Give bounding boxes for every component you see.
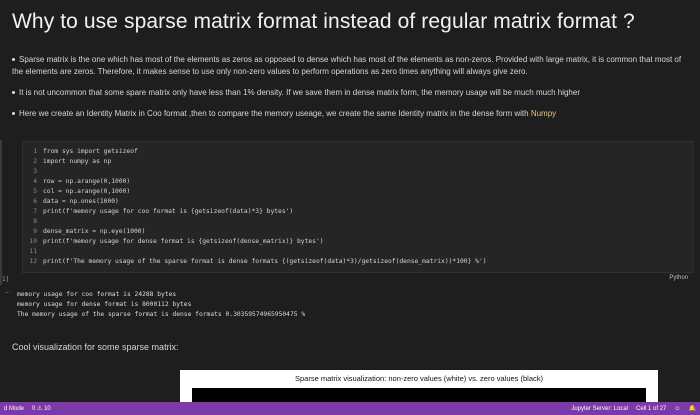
visualization-caption: Cool visualization for some sparse matri… — [12, 342, 179, 352]
code-line: 1 from sys import getsizeof — [23, 148, 138, 158]
bullet-dot-icon — [12, 90, 15, 94]
line-number: 5 — [33, 188, 37, 195]
bullet-1-text: Sparse matrix is the one which has most … — [12, 55, 682, 76]
bullet-3: Here we create an Identity Matrix in Coo… — [12, 108, 682, 120]
code-text: dense_matrix = np.eye(1000) — [43, 228, 146, 235]
code-line: 11 — [23, 248, 43, 258]
numpy-highlight: Numpy — [530, 109, 557, 118]
line-number: 4 — [33, 178, 37, 185]
notebook-page: Why to use sparse matrix format instead … — [0, 0, 700, 402]
line-number: 2 — [33, 158, 37, 165]
code-line: 8 — [23, 218, 43, 228]
code-text: row = np.arange(0,1000) — [43, 178, 131, 185]
code-text: print(f'memory usage for dense format is… — [43, 238, 324, 245]
bullet-3-text: Here we create an Identity Matrix in Coo… — [19, 109, 529, 118]
status-jupyter-server[interactable]: Jupyter Server: Local — [571, 406, 628, 412]
status-problems[interactable]: 0 ⚠ 10 — [32, 405, 51, 412]
code-text: print(f'memory usage for coo format is {… — [43, 208, 294, 215]
code-line: 7 print(f'memory usage for coo format is … — [23, 208, 293, 218]
figure-plot-area — [192, 388, 646, 402]
line-number: 9 — [33, 228, 37, 235]
code-text: col = np.arange(0,1000) — [43, 188, 131, 195]
cell-selection-bar — [0, 140, 2, 285]
bullet-1: Sparse matrix is the one which has most … — [12, 54, 682, 78]
notifications-icon[interactable]: 🔔 — [689, 405, 696, 412]
line-number: 10 — [29, 238, 37, 245]
line-number: 12 — [29, 258, 37, 265]
markdown-bullets: Sparse matrix is the one which has most … — [12, 54, 682, 129]
status-cell-position[interactable]: Cell 1 of 27 — [636, 406, 666, 412]
code-text: data = np.ones(1000) — [43, 198, 119, 205]
code-text: import numpy as np — [43, 158, 112, 165]
line-number: 11 — [29, 248, 37, 255]
cell-output: memory usage for coo format is 24288 byt… — [17, 290, 305, 320]
feedback-icon[interactable]: ☺ — [674, 406, 680, 412]
status-mode[interactable]: d Mode — [4, 406, 24, 412]
status-right: Jupyter Server: Local Cell 1 of 27 ☺ 🔔 — [567, 405, 700, 413]
line-number: 7 — [33, 208, 37, 215]
line-number: 6 — [33, 198, 37, 205]
code-line: 9 dense_matrix = np.eye(1000) — [23, 228, 145, 238]
bullet-2-text: It is not uncommon that some spare matri… — [19, 88, 580, 97]
figure-title: Sparse matrix visualization: non-zero va… — [294, 374, 543, 383]
bullet-dot-icon — [12, 57, 15, 61]
code-text: from sys import getsizeof — [43, 148, 138, 155]
code-line: 10 print(f'memory usage for dense format … — [23, 238, 324, 248]
output-line: memory usage for dense format is 8000112… — [17, 301, 192, 308]
line-number: 1 — [33, 148, 37, 155]
code-text: print(f'The memory usage of the sparse f… — [43, 258, 487, 265]
output-line: memory usage for coo format is 24288 byt… — [17, 291, 177, 298]
bullet-2: It is not uncommon that some spare matri… — [12, 87, 682, 99]
code-cell[interactable]: 1 from sys import getsizeof 2 import numpy … — [22, 141, 694, 273]
code-line: 6 data = np.ones(1000) — [23, 198, 119, 208]
bullet-dot-icon — [12, 111, 15, 115]
cell-language-label[interactable]: Python — [669, 275, 688, 281]
status-bar: d Mode 0 ⚠ 10 Jupyter Server: Local Cell… — [0, 402, 700, 415]
sparse-matrix-figure: Sparse matrix visualization: non-zero va… — [180, 370, 658, 402]
line-number: 3 — [33, 168, 37, 175]
code-line: 3 — [23, 168, 43, 178]
code-line: 12 print(f'The memory usage of the sparse… — [23, 258, 487, 268]
code-line: 5 col = np.arange(0,1000) — [23, 188, 130, 198]
output-line: The memory usage of the sparse format is… — [17, 311, 306, 318]
code-line: 2 import numpy as np — [23, 158, 111, 168]
line-number: 8 — [33, 218, 37, 225]
execution-count: 1] — [2, 276, 10, 283]
output-collapse-icon[interactable]: … — [4, 288, 11, 295]
page-title: Why to use sparse matrix format instead … — [12, 10, 635, 33]
code-line: 4 row = np.arange(0,1000) — [23, 178, 130, 188]
